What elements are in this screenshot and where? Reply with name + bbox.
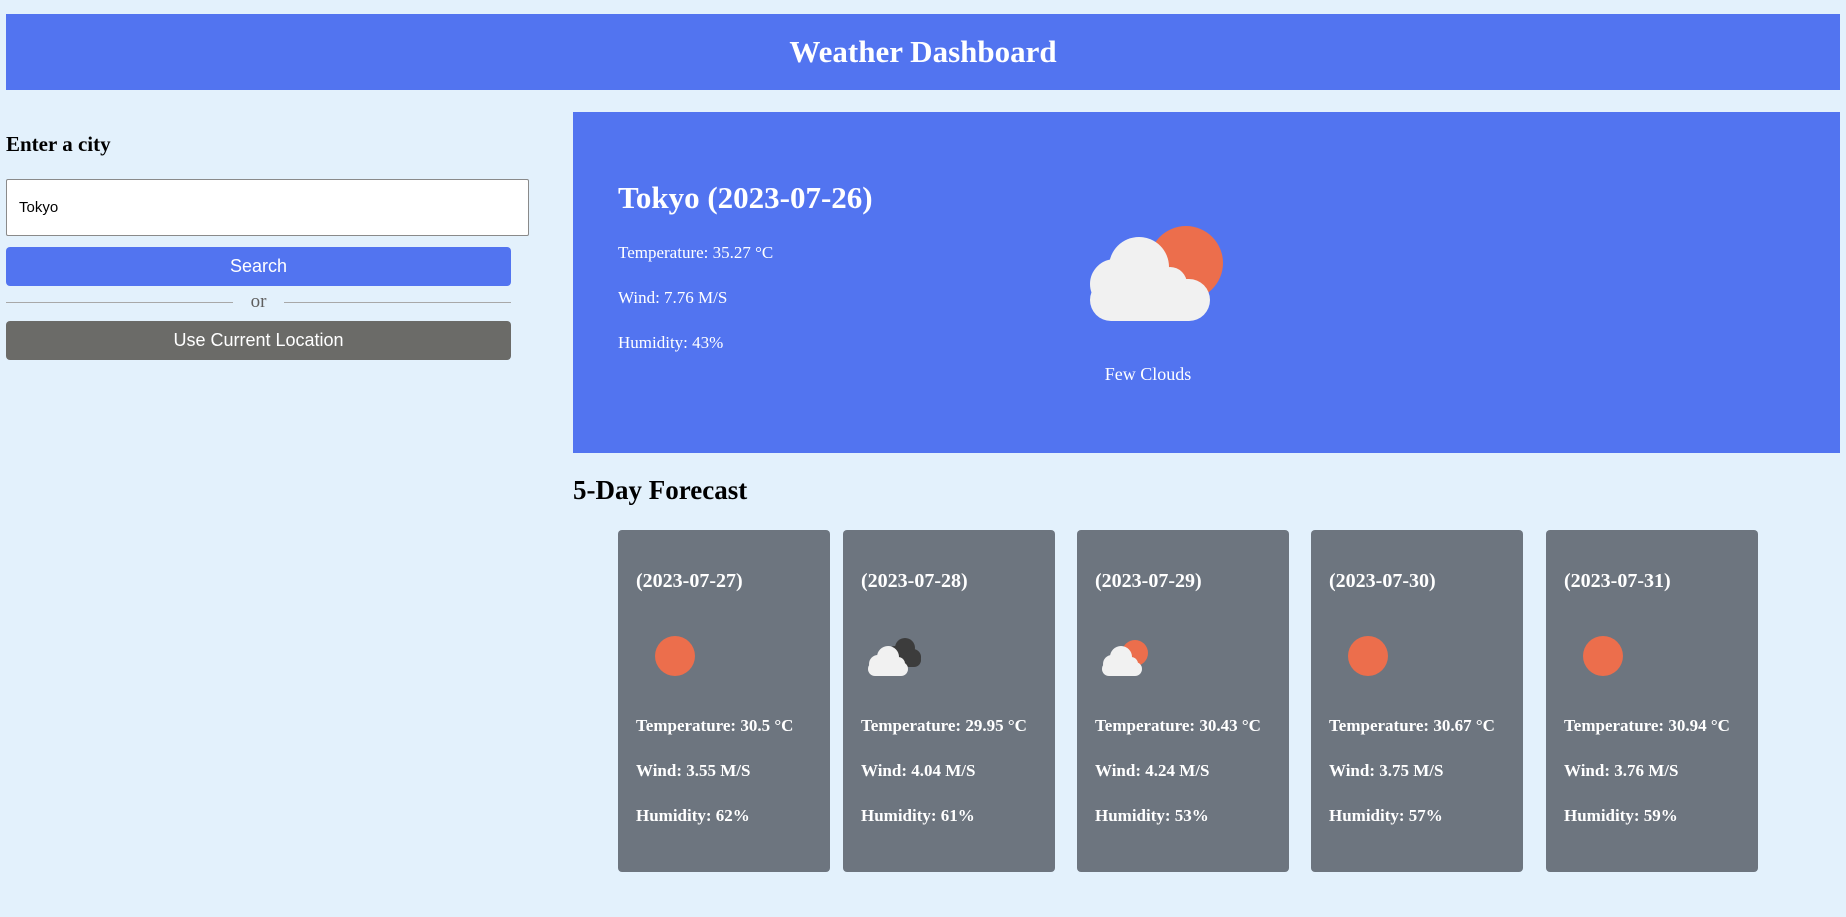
forecast-date: (2023-07-29)	[1095, 570, 1202, 592]
divider-line-left	[6, 301, 233, 303]
few-clouds-icon	[1075, 220, 1225, 330]
broken-clouds-icon	[861, 633, 923, 679]
forecast-temperature: Temperature: 30.43 °C	[1095, 716, 1261, 735]
clear-sky-icon	[636, 633, 698, 679]
or-divider: or	[6, 291, 512, 312]
forecast-humidity: Humidity: 59%	[1564, 806, 1678, 825]
forecast-card: (2023-07-30) Temperature: 30.67 °C Wind:…	[1311, 530, 1523, 872]
forecast-humidity: Humidity: 53%	[1095, 806, 1209, 825]
current-humidity: Humidity: 43%	[618, 333, 724, 352]
current-temperature: Temperature: 35.27 °C	[618, 243, 774, 262]
forecast-date: (2023-07-27)	[636, 570, 743, 592]
forecast-card: (2023-07-29) Temperature: 30.43 °C Wind:…	[1077, 530, 1289, 872]
app-header: Weather Dashboard	[6, 14, 1840, 90]
search-button[interactable]: Search	[6, 247, 511, 286]
forecast-date: (2023-07-30)	[1329, 570, 1436, 592]
forecast-wind: Wind: 3.75 M/S	[1329, 761, 1444, 780]
divider-line-right	[284, 301, 512, 303]
city-search-input[interactable]	[6, 179, 529, 236]
page-title: Weather Dashboard	[789, 34, 1057, 69]
forecast-card: (2023-07-27) Temperature: 30.5 °C Wind: …	[618, 530, 830, 872]
forecast-temperature: Temperature: 30.67 °C	[1329, 716, 1495, 735]
forecast-humidity: Humidity: 57%	[1329, 806, 1443, 825]
forecast-temperature: Temperature: 30.94 °C	[1564, 716, 1730, 735]
search-panel: Enter a city Search or Use Current Locat…	[6, 112, 529, 360]
forecast-temperature: Temperature: 29.95 °C	[861, 716, 1027, 735]
forecast-temperature: Temperature: 30.5 °C	[636, 716, 794, 735]
forecast-wind: Wind: 4.04 M/S	[861, 761, 976, 780]
current-weather-card: Tokyo (2023-07-26) Temperature: 35.27 °C…	[573, 112, 1840, 453]
forecast-wind: Wind: 4.24 M/S	[1095, 761, 1210, 780]
forecast-date: (2023-07-31)	[1564, 570, 1671, 592]
clear-sky-icon	[1564, 633, 1626, 679]
search-heading: Enter a city	[6, 132, 111, 156]
divider-text: or	[250, 291, 267, 312]
forecast-title: 5-Day Forecast	[573, 475, 748, 505]
current-wind: Wind: 7.76 M/S	[618, 288, 728, 307]
current-city-title: Tokyo (2023-07-26)	[618, 180, 873, 215]
clear-sky-icon	[1329, 633, 1391, 679]
forecast-wind: Wind: 3.55 M/S	[636, 761, 751, 780]
use-current-location-button[interactable]: Use Current Location	[6, 321, 511, 360]
forecast-date: (2023-07-28)	[861, 570, 968, 592]
forecast-card: (2023-07-31) Temperature: 30.94 °C Wind:…	[1546, 530, 1758, 872]
current-weather-description: Few Clouds	[1104, 364, 1192, 384]
forecast-wind: Wind: 3.76 M/S	[1564, 761, 1679, 780]
forecast-humidity: Humidity: 62%	[636, 806, 750, 825]
forecast-card: (2023-07-28) Temperature: 29.95 °C Wind:…	[843, 530, 1055, 872]
forecast-humidity: Humidity: 61%	[861, 806, 975, 825]
few-clouds-icon	[1095, 633, 1157, 679]
